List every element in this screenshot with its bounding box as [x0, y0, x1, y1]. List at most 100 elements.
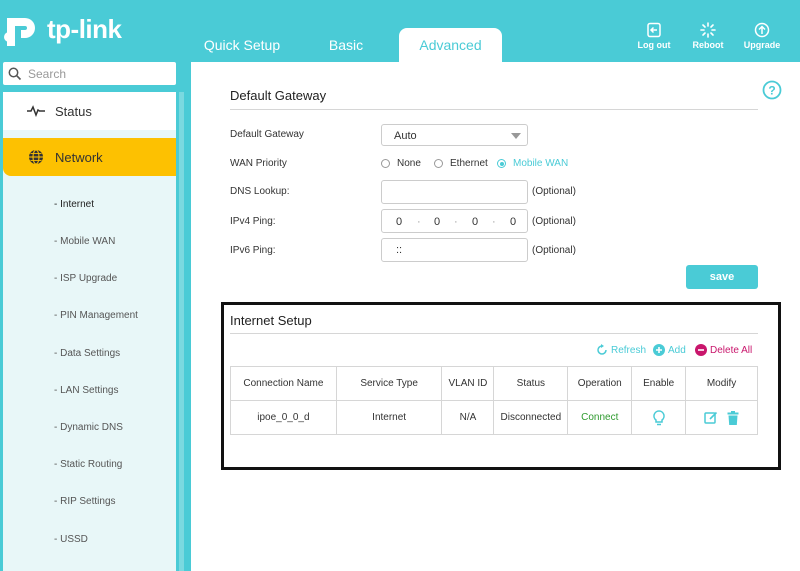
logout-icon [647, 22, 661, 38]
sidebar-subitem-data-settings[interactable]: - Data Settings [54, 348, 120, 359]
wan-none-radio[interactable] [381, 159, 390, 168]
save-button[interactable]: save [686, 265, 758, 289]
reboot-icon [700, 22, 716, 38]
connect-link[interactable]: Connect [581, 412, 618, 423]
delete-all-label: Delete All [710, 344, 753, 356]
vlan-id-cell: N/A [441, 400, 495, 435]
logout-button[interactable]: Log out [629, 22, 679, 50]
ipv4-octet[interactable]: 0 [510, 216, 516, 228]
dns-optional: (Optional) [532, 186, 576, 197]
wan-mobile-radio[interactable] [497, 159, 506, 168]
search-icon [8, 67, 22, 80]
sidebar-subitem-mobile-wan[interactable]: - Mobile WAN [54, 236, 115, 247]
ipv4-octet[interactable]: 0 [434, 216, 440, 228]
divider [230, 109, 758, 110]
dns-lookup-input[interactable] [381, 180, 528, 204]
ipv4-dot: · [454, 216, 458, 228]
column-header: Enable [631, 366, 687, 401]
svg-text:?: ? [768, 84, 775, 98]
pulse-icon [25, 105, 47, 117]
tab-advanced[interactable]: Advanced [399, 28, 502, 62]
ipv4-dot: · [417, 216, 421, 228]
column-header: Operation [567, 366, 633, 401]
upgrade-button[interactable]: Upgrade [737, 22, 787, 50]
upgrade-icon [754, 22, 770, 38]
delete-all-icon [695, 344, 707, 356]
column-header: VLAN ID [441, 366, 495, 401]
sidebar-subitem-lan-settings[interactable]: - LAN Settings [54, 385, 118, 396]
column-header: Service Type [335, 366, 443, 401]
ipv4-octet[interactable]: 0 [472, 216, 478, 228]
ipv4-octet[interactable]: 0 [396, 216, 402, 228]
sidebar-subitem-static-routing[interactable]: - Static Routing [54, 459, 122, 470]
sidebar-subitem-ussd[interactable]: - USSD [54, 534, 88, 545]
divider [230, 333, 758, 334]
sidebar-item-status[interactable]: Status [3, 92, 176, 130]
internet-setup-title: Internet Setup [230, 313, 312, 328]
operation-cell: Connect [567, 400, 633, 435]
add-label: Add [668, 344, 686, 356]
refresh-icon [597, 344, 607, 355]
sidebar-item-network[interactable]: Network [3, 138, 176, 176]
wan-ethernet-label: Ethernet [450, 158, 488, 169]
ipv6-ping-label: IPv6 Ping: [230, 245, 276, 256]
help-icon[interactable]: ? [762, 80, 782, 100]
connection-name-cell: ipoe_0_0_d [230, 400, 337, 435]
wan-mobile-label: Mobile WAN [513, 158, 569, 169]
enable-cell [631, 400, 687, 435]
wan-none-label: None [397, 158, 421, 169]
ipv4-optional: (Optional) [532, 216, 576, 227]
default-gateway-value: Auto [394, 130, 417, 142]
refresh-label: Refresh [611, 344, 647, 356]
add-icon [653, 344, 665, 356]
tp-link-logo[interactable]: tp-link [3, 10, 122, 48]
status-cell: Disconnected [493, 400, 569, 435]
wan-priority-label: WAN Priority [230, 158, 287, 169]
column-header: Status [493, 366, 569, 401]
column-header: Connection Name [230, 366, 337, 401]
sidebar-subitem-rip-settings[interactable]: - RIP Settings [54, 496, 116, 507]
sidebar-nav: Status Network - Internet - Mobile WAN -… [3, 92, 176, 571]
sidebar-subitem-internet[interactable]: - Internet [54, 199, 94, 210]
delete-all-button[interactable]: Delete All [695, 344, 752, 356]
connection-table: Connection Name Service Type VLAN ID Sta… [230, 366, 758, 435]
ipv6-optional: (Optional) [532, 245, 576, 256]
tp-link-logo-icon [4, 18, 35, 46]
reboot-button[interactable]: Reboot [683, 22, 733, 50]
brand-name: tp-link [47, 13, 122, 44]
header: tp-link Quick Setup Basic Advanced Log o… [0, 0, 800, 62]
reboot-label: Reboot [692, 40, 724, 50]
ipv4-ping-label: IPv4 Ping: [230, 216, 276, 227]
sidebar-subitem-pin-management[interactable]: - PIN Management [54, 310, 138, 321]
globe-icon [25, 149, 47, 165]
tab-quick-setup[interactable]: Quick Setup [200, 28, 284, 62]
default-gateway-select[interactable]: Auto [381, 124, 528, 146]
edit-icon[interactable] [704, 411, 718, 425]
search-placeholder: Search [28, 66, 67, 81]
sidebar-scrollbar[interactable] [179, 92, 184, 571]
sidebar-subitem-isp-upgrade[interactable]: - ISP Upgrade [54, 273, 117, 284]
trash-icon[interactable] [727, 410, 739, 425]
service-type-cell: Internet [335, 400, 443, 435]
tab-basic[interactable]: Basic [318, 28, 374, 62]
column-header: Modify [685, 366, 758, 401]
logout-label: Log out [637, 40, 671, 50]
upgrade-label: Upgrade [743, 40, 781, 50]
default-gateway-label: Default Gateway [230, 129, 304, 140]
sidebar-item-label: Status [55, 103, 92, 119]
add-button[interactable]: Add [653, 344, 686, 356]
lightbulb-icon[interactable] [652, 409, 665, 426]
sidebar: Search Status Network - Internet - Mobil… [0, 62, 188, 571]
wan-ethernet-radio[interactable] [434, 159, 443, 168]
ipv4-ping-input[interactable]: 0 · 0 · 0 · 0 [381, 209, 528, 233]
modify-cell [685, 400, 758, 435]
refresh-button[interactable]: Refresh [596, 344, 646, 356]
table-row: ipoe_0_0_d Internet N/A Disconnected Con… [230, 400, 758, 435]
sidebar-subitem-dynamic-dns[interactable]: - Dynamic DNS [54, 422, 123, 433]
search-input[interactable]: Search [3, 62, 176, 85]
sidebar-item-label: Network [55, 149, 103, 165]
ipv6-ping-input[interactable]: :: [381, 238, 528, 262]
chevron-down-icon [511, 133, 521, 139]
table-header-row: Connection Name Service Type VLAN ID Sta… [230, 366, 758, 401]
dns-lookup-label: DNS Lookup: [230, 186, 290, 197]
